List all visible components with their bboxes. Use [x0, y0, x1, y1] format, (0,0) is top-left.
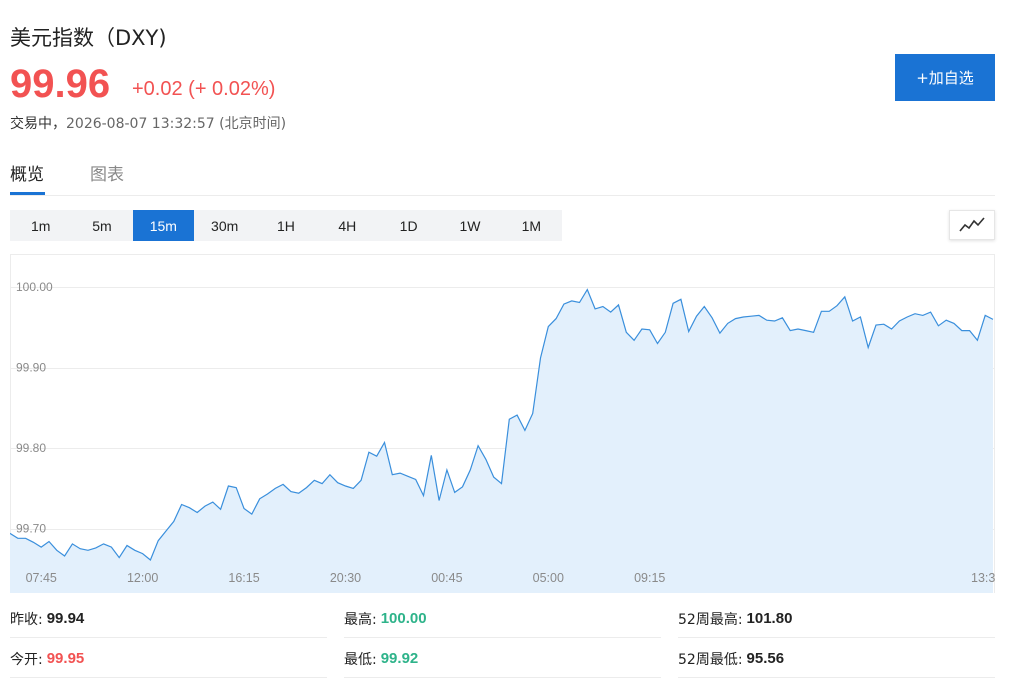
add-to-watchlist-button[interactable]: +加自选 — [895, 54, 995, 101]
period-30m[interactable]: 30m — [194, 210, 255, 241]
stat-value: 101.80 — [746, 610, 793, 627]
period-1d[interactable]: 1D — [378, 210, 439, 241]
period-5m[interactable]: 5m — [71, 210, 132, 241]
x-tick-label-7: 13:3 — [971, 571, 995, 585]
price-change: +0.02 (+ 0.02%) — [132, 78, 276, 100]
x-tick-label-3: 20:30 — [330, 571, 361, 585]
trading-status: 交易中，2026-08-07 13:32:57 (北京时间) — [10, 113, 286, 133]
period-1w[interactable]: 1W — [439, 210, 500, 241]
x-tick-label-5: 05:00 — [533, 571, 564, 585]
x-tick-label-0: 07:45 — [26, 571, 57, 585]
active-tab-indicator — [10, 192, 45, 195]
chart-svg: 100.00 99.90 99.80 99.70 07:45 12:00 16:15 20:3… — [9, 255, 995, 593]
stat-prev-close: 昨收: 99.94 — [10, 600, 327, 638]
current-price: 99.96 — [10, 62, 111, 106]
stat-open: 今开: 99.95 — [10, 640, 327, 678]
y-tick-label-0: 100.00 — [16, 280, 53, 294]
stat-label: 最低: — [344, 651, 377, 668]
status-label: 交易中， — [10, 116, 66, 132]
stat-label: 昨收: — [10, 611, 43, 628]
period-1m[interactable]: 1m — [10, 210, 71, 241]
y-tick-label-2: 99.80 — [16, 441, 46, 455]
period-1mo[interactable]: 1M — [501, 210, 562, 241]
stat-label: 今开: — [10, 651, 43, 668]
stat-value: 99.95 — [46, 650, 85, 667]
tab-overview[interactable]: 概览 — [10, 160, 44, 185]
period-1h[interactable]: 1H — [255, 210, 316, 241]
tab-chart[interactable]: 图表 — [90, 160, 124, 185]
period-4h[interactable]: 4H — [317, 210, 378, 241]
stat-value: 95.56 — [746, 650, 785, 667]
period-selector: 1m 5m 15m 30m 1H 4H 1D 1W 1M — [10, 210, 562, 241]
stat-low: 最低: 99.92 — [344, 640, 661, 678]
y-tick-label-3: 99.70 — [16, 522, 46, 536]
page-title: 美元指数（DXY) — [10, 26, 167, 50]
x-tick-label-2: 16:15 — [228, 571, 259, 585]
price-chart[interactable]: 100.00 99.90 99.80 99.70 07:45 12:00 16:15 20:3… — [9, 254, 995, 593]
stat-high: 最高: 100.00 — [344, 600, 661, 638]
stat-label: 52周最低: — [678, 651, 743, 668]
timestamp: 2026-08-07 13:32:57 (北京时间) — [66, 116, 287, 132]
stat-label: 最高: — [344, 611, 377, 628]
stat-label: 52周最高: — [678, 611, 743, 628]
stat-value: 99.94 — [46, 610, 85, 627]
period-15m[interactable]: 15m — [132, 210, 194, 241]
stat-52w-low: 52周最低: 95.56 — [678, 640, 995, 678]
series-area — [10, 289, 993, 593]
x-tick-label-4: 00:45 — [431, 571, 462, 585]
y-tick-label-1: 99.90 — [16, 361, 46, 375]
chart-type-button[interactable] — [949, 210, 995, 240]
line-chart-icon — [959, 217, 985, 232]
tab-bar: 概览 图表 — [10, 156, 995, 196]
x-tick-label-6: 09:15 — [634, 571, 665, 585]
x-tick-label-1: 12:00 — [127, 571, 158, 585]
stat-value: 99.92 — [380, 650, 419, 667]
stat-52w-high: 52周最高: 101.80 — [678, 600, 995, 638]
stat-value: 100.00 — [380, 610, 427, 627]
